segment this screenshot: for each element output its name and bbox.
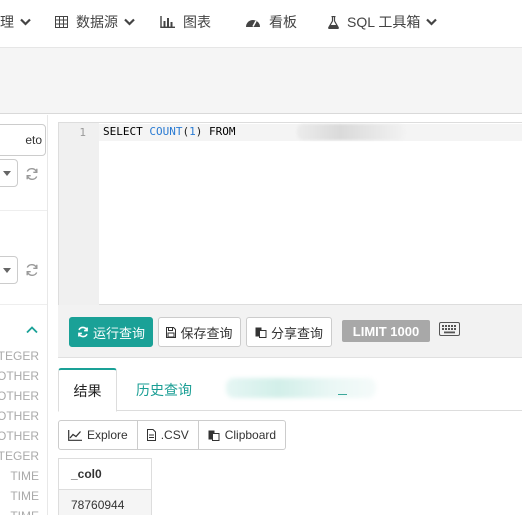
nav-menu-dashboards[interactable]: 看板 bbox=[245, 0, 297, 44]
refresh-icon bbox=[77, 326, 89, 338]
refresh-icon[interactable] bbox=[25, 167, 39, 181]
share-query-label: 分享查询 bbox=[270, 325, 323, 341]
explore-button[interactable]: Explore bbox=[58, 420, 138, 450]
tab-underscore-mark bbox=[338, 394, 347, 395]
column-type: OTHER bbox=[0, 369, 39, 383]
line-number: 1 bbox=[79, 126, 86, 139]
clipboard-icon bbox=[255, 326, 267, 338]
chevron-down-icon bbox=[426, 18, 438, 26]
redacted-tab-label bbox=[226, 378, 376, 398]
tab-history-label: 历史查询 bbox=[136, 382, 192, 398]
left-sidebar: eto TEGER OTHER OTHER OTHER OTHER TEGER … bbox=[0, 115, 48, 515]
results-tabs: 结果 历史查询 bbox=[58, 368, 522, 412]
csv-label: .CSV bbox=[160, 428, 189, 442]
sql-number: 1 bbox=[189, 125, 196, 138]
file-icon bbox=[146, 429, 156, 441]
tab-results-label: 结果 bbox=[73, 382, 102, 399]
csv-export-button[interactable]: .CSV bbox=[136, 420, 199, 450]
sql-keyword: SELECT bbox=[103, 125, 150, 138]
nav-menu-charts[interactable]: 图表 bbox=[160, 0, 211, 44]
column-type: OTHER bbox=[0, 389, 39, 403]
editor-gutter: 1 bbox=[59, 123, 99, 305]
sql-editor[interactable]: 1 SELECT COUNT(1) FROM bbox=[58, 122, 522, 305]
query-tab-bar bbox=[0, 48, 522, 114]
clipboard-icon bbox=[208, 429, 220, 441]
nav-label: 图表 bbox=[183, 14, 211, 30]
run-query-label: 运行查询 bbox=[92, 325, 145, 341]
column-type: TIME bbox=[0, 506, 39, 515]
bar-chart-icon bbox=[160, 16, 175, 28]
run-query-button[interactable]: 运行查询 bbox=[69, 317, 153, 347]
chevron-down-icon bbox=[20, 18, 31, 26]
tab-query-history[interactable]: 历史查询 bbox=[136, 368, 192, 412]
sql-function: COUNT bbox=[149, 125, 183, 138]
table-header-row: _col0 bbox=[58, 458, 152, 490]
nav-menu-manage[interactable]: 理 bbox=[0, 0, 31, 44]
chevron-down-icon bbox=[124, 18, 135, 26]
nav-label: SQL 工具箱 bbox=[347, 14, 421, 30]
refresh-icon[interactable] bbox=[25, 263, 39, 277]
chevron-up-icon[interactable] bbox=[26, 321, 38, 334]
nav-menu-sql-toolbox[interactable]: SQL 工具箱 bbox=[328, 0, 438, 44]
column-type: OTHER bbox=[0, 429, 39, 443]
nav-menu-datasources[interactable]: 数据源 bbox=[55, 0, 135, 44]
limit-dropdown[interactable]: LIMIT 1000 bbox=[342, 320, 430, 342]
save-query-button[interactable]: 保存查询 bbox=[158, 317, 241, 347]
top-navbar: 理 数据源 图表 看板 SQL 工具箱 bbox=[0, 0, 522, 48]
column-type: TEGER bbox=[0, 449, 39, 463]
sql-lab-page: 理 数据源 图表 看板 SQL 工具箱 eto TEGER OTHER OTHE… bbox=[0, 0, 522, 515]
save-icon bbox=[166, 326, 177, 338]
column-type: TEGER bbox=[0, 349, 39, 363]
line-chart-icon bbox=[68, 429, 82, 441]
sidebar-divider bbox=[0, 304, 47, 305]
caret-down-icon bbox=[3, 268, 11, 273]
database-select[interactable] bbox=[0, 159, 18, 187]
caret-down-icon bbox=[3, 171, 11, 176]
nav-label: 数据源 bbox=[76, 14, 118, 30]
column-type-list: TEGER OTHER OTHER OTHER OTHER TEGER TIME… bbox=[0, 346, 39, 515]
column-type: TIME bbox=[10, 469, 39, 483]
share-query-button[interactable]: 分享查询 bbox=[246, 317, 332, 347]
keyboard-icon[interactable] bbox=[439, 322, 460, 341]
schema-select[interactable] bbox=[0, 256, 18, 284]
tab-results[interactable]: 结果 bbox=[58, 368, 117, 412]
query-toolbar: 运行查询 保存查询 分享查询 LIMIT 1000 bbox=[58, 305, 522, 358]
dashboard-gauge-icon bbox=[245, 16, 261, 28]
column-header[interactable]: _col0 bbox=[58, 458, 152, 490]
flask-icon bbox=[328, 15, 339, 29]
schema-input-value: eto bbox=[25, 133, 42, 147]
redacted-table-name bbox=[297, 124, 405, 140]
clipboard-button[interactable]: Clipboard bbox=[197, 420, 287, 450]
column-type: TIME bbox=[10, 489, 39, 503]
clipboard-label: Clipboard bbox=[224, 428, 277, 442]
nav-label: 看板 bbox=[269, 14, 297, 30]
sidebar-divider bbox=[0, 210, 47, 211]
table-grid-icon bbox=[55, 16, 68, 28]
column-type: OTHER bbox=[0, 409, 39, 423]
schema-search-input[interactable]: eto bbox=[0, 124, 46, 156]
save-query-label: 保存查询 bbox=[180, 325, 233, 341]
sql-keyword: FROM bbox=[202, 125, 236, 138]
table-row: 78760944 bbox=[58, 489, 152, 515]
nav-label: 理 bbox=[0, 14, 14, 30]
explore-label: Explore bbox=[87, 428, 128, 442]
results-table: _col0 78760944 bbox=[58, 458, 152, 515]
sql-code-line[interactable]: SELECT COUNT(1) FROM bbox=[103, 125, 235, 138]
limit-label: LIMIT 1000 bbox=[352, 323, 420, 339]
table-cell: 78760944 bbox=[58, 489, 152, 515]
export-button-group: Explore .CSV Clipboard bbox=[58, 420, 287, 450]
